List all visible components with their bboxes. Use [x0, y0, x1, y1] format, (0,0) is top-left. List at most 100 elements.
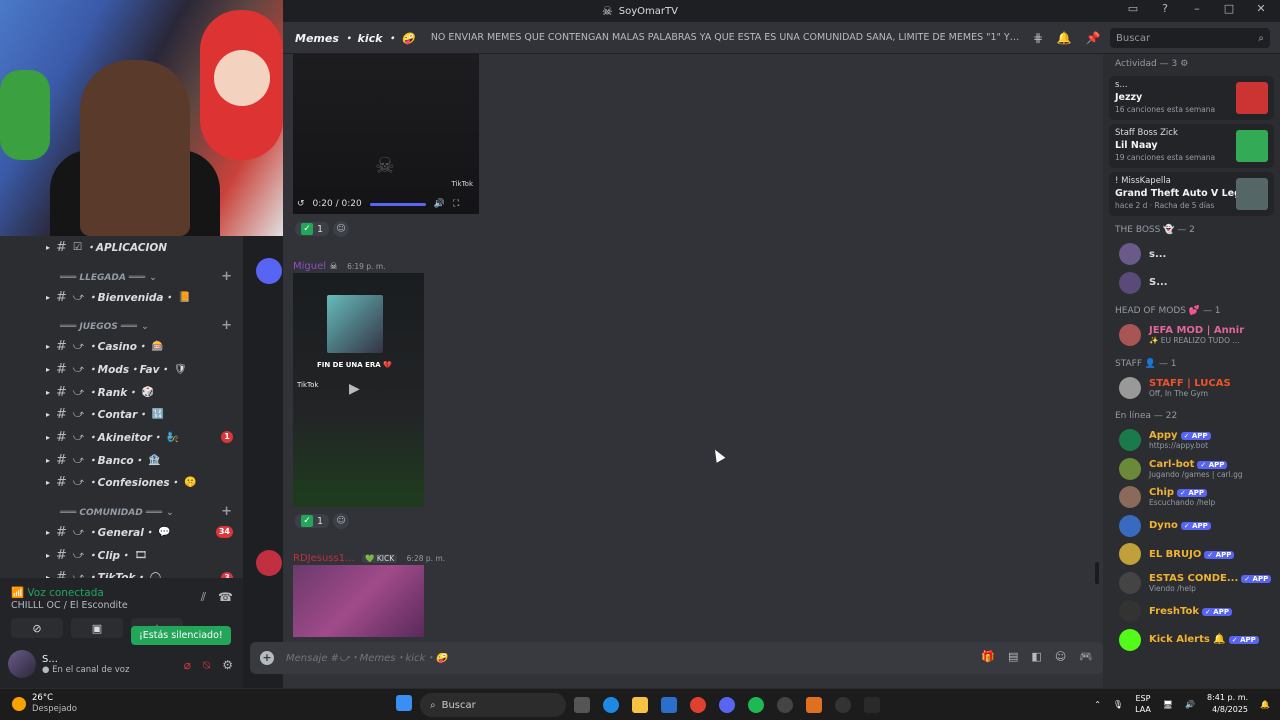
message-input[interactable]: [286, 652, 926, 664]
channel-item[interactable]: ▸ # ⤻ ・Banco・ 🏦: [0, 449, 243, 472]
folder-icon[interactable]: [632, 697, 648, 713]
pin-icon[interactable]: 📌: [1086, 31, 1101, 45]
avatar[interactable]: [8, 650, 36, 678]
scrollbar[interactable]: [1095, 562, 1099, 584]
gift-icon[interactable]: 🎁: [981, 650, 995, 663]
channel-item[interactable]: ▸ # ⤻ ・Rank・ 🎲: [0, 381, 243, 404]
chrome-icon[interactable]: [690, 697, 706, 713]
windows-start-icon[interactable]: [396, 695, 412, 711]
steam-icon[interactable]: [835, 697, 851, 713]
reaction-check[interactable]: ✓ 1: [295, 222, 330, 236]
member-item[interactable]: JEFA MOD | Annir ✨ EU REALIZO TUDO ...: [1103, 321, 1280, 350]
mic-muted-icon[interactable]: ⌀: [184, 658, 191, 673]
member-item[interactable]: Kick Alerts 🔔 ✓ APP: [1103, 626, 1280, 655]
channel-category[interactable]: ═══ LLEGADA ═══ ⌄ +: [0, 259, 243, 286]
screen-share-button[interactable]: ▣: [71, 618, 123, 638]
terminal-icon[interactable]: [864, 697, 880, 713]
channel-item[interactable]: ▸ # ⤻ ・Akineitor・ 🧞 1: [0, 426, 243, 449]
network-icon[interactable]: 🖥: [1163, 700, 1173, 709]
bell-icon[interactable]: 🔔: [1057, 31, 1072, 45]
edge-icon[interactable]: [603, 697, 619, 713]
activity-card[interactable]: ! MissKapella Grand Theft Auto V Legacy ha…: [1109, 172, 1274, 216]
maximize-button[interactable]: □: [1218, 2, 1240, 15]
member-item[interactable]: FreshTok ✓ APP: [1103, 597, 1280, 626]
fullscreen-icon[interactable]: ⛶: [453, 199, 459, 209]
member-item[interactable]: STAFF | LUCAS Off, In The Gym: [1103, 374, 1280, 403]
camera-button[interactable]: ⊘: [11, 618, 63, 638]
add-channel-icon[interactable]: +: [221, 318, 232, 333]
video-attachment[interactable]: [293, 565, 424, 637]
task-view-icon[interactable]: [574, 697, 590, 713]
language-indicator[interactable]: ESP LAA: [1135, 693, 1151, 715]
user-panel[interactable]: S... ● En el canal de voz: [8, 650, 129, 678]
taskbar-search[interactable]: ⌕ Buscar: [420, 693, 566, 717]
replay-icon[interactable]: ↺: [297, 199, 305, 209]
video-progress[interactable]: [369, 202, 426, 206]
member-item[interactable]: Dyno ✓ APP: [1103, 512, 1280, 541]
member-item[interactable]: s...: [1103, 240, 1280, 269]
obs-icon[interactable]: [777, 697, 793, 713]
noise-suppression-icon[interactable]: ⫽: [201, 590, 206, 605]
help-icon[interactable]: ?: [1154, 2, 1176, 15]
volume-icon[interactable]: 🔊: [434, 199, 445, 209]
gear-icon[interactable]: ⚙: [1180, 59, 1188, 69]
notification-icon[interactable]: 🔔: [1260, 700, 1270, 709]
voice-channel-name[interactable]: CHILLL OC / El Escondite: [11, 600, 128, 611]
activity-card[interactable]: Staff Boss Zick Lil Naay 19 canciones esta…: [1109, 124, 1274, 168]
member-item[interactable]: S...: [1103, 269, 1280, 298]
channel-item[interactable]: ▸ # ⤻ ・Clip・ 🎞: [0, 544, 243, 567]
chevron-up-icon[interactable]: ⌃: [1094, 700, 1101, 709]
member-item[interactable]: Appy ✓ APP https://appy.bot: [1103, 426, 1280, 455]
inbox-icon[interactable]: ▭: [1122, 2, 1144, 15]
add-channel-icon[interactable]: +: [221, 269, 232, 284]
add-channel-icon[interactable]: +: [221, 504, 232, 519]
avatar[interactable]: [256, 258, 282, 284]
activity-card[interactable]: s... Jezzy 16 canciones esta semana: [1109, 76, 1274, 120]
mic-icon[interactable]: 🎙: [1113, 700, 1123, 709]
channel-item[interactable]: ▸ # ☑ ・APLICACION: [0, 236, 243, 259]
channel-item[interactable]: ▸ # ⤻ ・Contar・ 🔢: [0, 403, 243, 426]
video-attachment[interactable]: ☠ TikTok: [293, 54, 479, 214]
emoji-icon[interactable]: ☺: [1055, 650, 1066, 663]
app-icon[interactable]: [806, 697, 822, 713]
threads-icon[interactable]: ⋕: [1033, 31, 1043, 45]
gif-icon[interactable]: ▤: [1008, 650, 1018, 663]
volume-icon[interactable]: 🔊: [1185, 700, 1195, 709]
channel-category[interactable]: ═══ JUEGOS ═══ ⌄ +: [0, 308, 243, 335]
clock[interactable]: 8:41 p. m. 4/8/2025: [1207, 692, 1248, 716]
channel-item[interactable]: ▸ # ⤻ ・Confesiones・ 🤫: [0, 472, 243, 495]
channel-item[interactable]: ▸ # ⤻ ・Mods・Fav・ 🛡: [0, 358, 243, 381]
spotify-icon[interactable]: [748, 697, 764, 713]
search-input[interactable]: Buscar ⌕: [1110, 28, 1270, 48]
gear-icon[interactable]: ⚙: [222, 658, 233, 673]
channel-item[interactable]: ▸ # ⤻ ・General・ 💬 34: [0, 521, 243, 544]
gamepad-icon[interactable]: 🎮: [1079, 650, 1093, 663]
channel-item[interactable]: ▸ # ⤻ ・Bienvenida・ 📙: [0, 286, 243, 309]
store-icon[interactable]: [661, 697, 677, 713]
channel-topic[interactable]: NO ENVIAR MEMES QUE CONTENGAN MALAS PALA…: [431, 32, 1021, 43]
play-icon[interactable]: ▶: [349, 381, 360, 397]
mouse-cursor: [710, 447, 726, 463]
add-reaction-button[interactable]: ☺: [333, 221, 350, 237]
headphones-muted-icon[interactable]: ⍉: [203, 658, 210, 673]
channel-item[interactable]: ▸#⤻・TikTok・◯3: [0, 567, 243, 578]
discord-icon[interactable]: [719, 697, 735, 713]
member-item[interactable]: Chip ✓ APP Escuchando /help: [1103, 483, 1280, 512]
close-button[interactable]: ✕: [1250, 2, 1272, 15]
channel-item[interactable]: ▸ # ⤻ ・Casino・ 🎰: [0, 335, 243, 358]
weather-widget[interactable]: 26°C Despejado: [12, 693, 77, 715]
sticker-icon[interactable]: ◧: [1031, 650, 1041, 663]
reaction-check[interactable]: ✓ 1: [295, 514, 330, 528]
channel-category[interactable]: ═══ COMUNIDAD ═══ ⌄ +: [0, 494, 243, 521]
member-item[interactable]: EL BRUJO ✓ APP: [1103, 540, 1280, 569]
member-item[interactable]: ESTAS CONDE... ✓ APP Viendo /help: [1103, 569, 1280, 598]
member-item[interactable]: Carl-bot ✓ APP Jugando /games | carl.gg: [1103, 455, 1280, 484]
avatar[interactable]: [256, 550, 282, 576]
disconnect-icon[interactable]: ☎: [218, 590, 233, 605]
message-author[interactable]: RDJesuss1...: [293, 553, 355, 564]
message-author[interactable]: Miguel: [293, 261, 326, 272]
video-attachment[interactable]: FIN DE UNA ERA 💔 TikTok ▶: [293, 273, 424, 507]
add-reaction-button[interactable]: ☺: [333, 513, 350, 529]
attach-button[interactable]: +: [260, 651, 274, 665]
minimize-button[interactable]: –: [1186, 2, 1208, 15]
